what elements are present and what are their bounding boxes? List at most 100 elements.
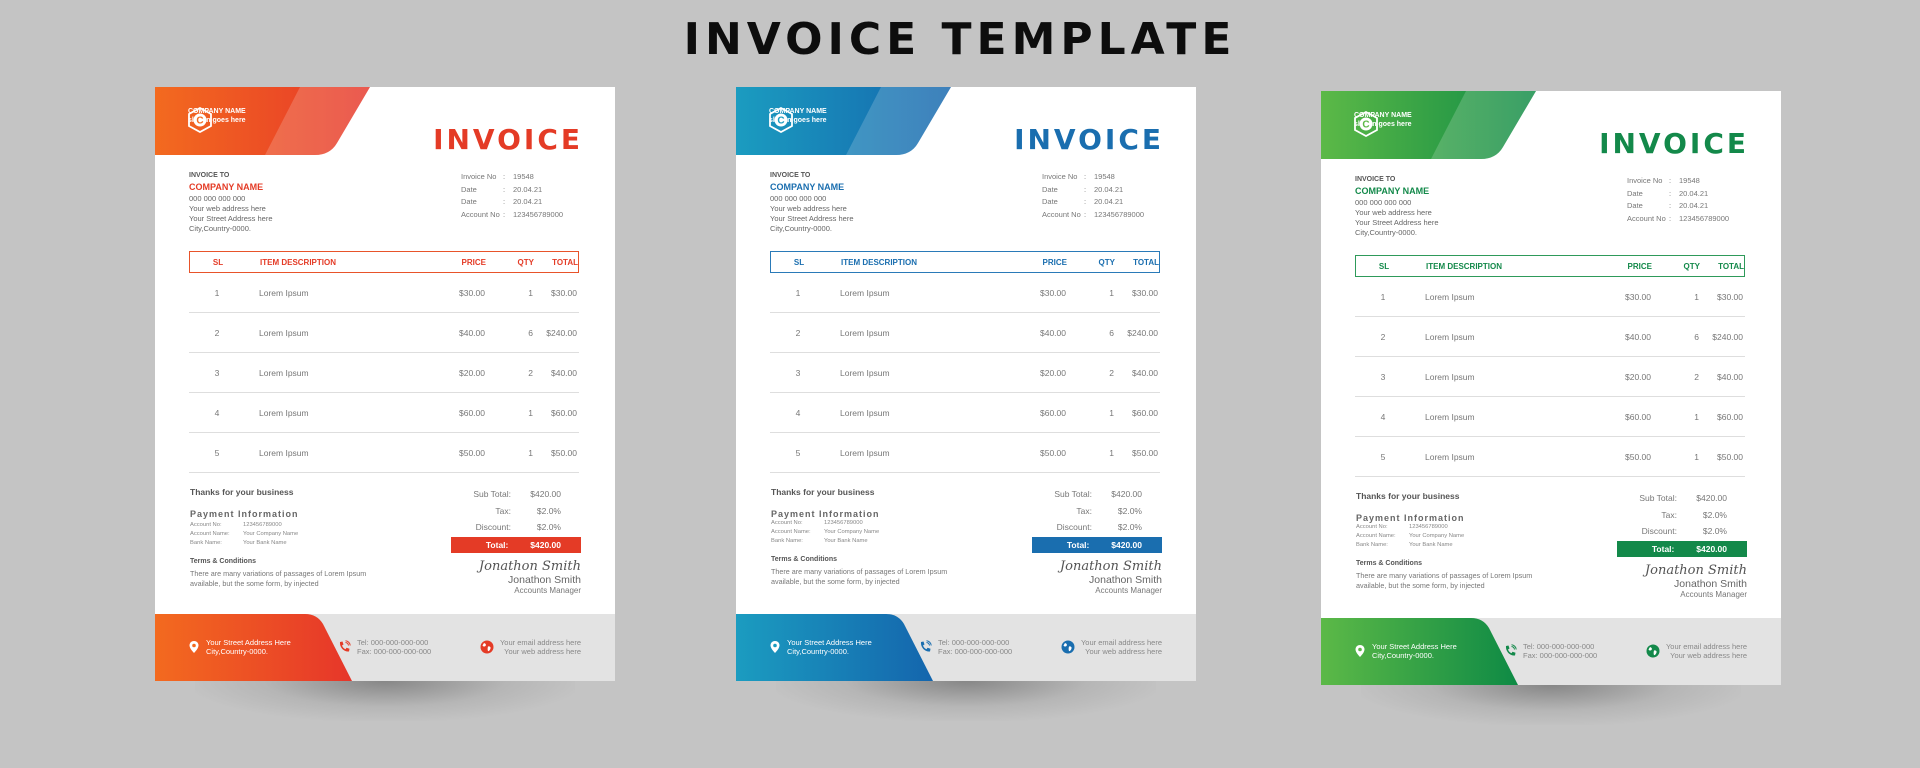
footer-tel: Tel: 000-000-000-000 (357, 638, 429, 647)
footer-web: Your email address here Your web address… (480, 638, 581, 656)
cell-description: Lorem Ipsum (840, 407, 890, 418)
meta-row: Account No:123456789000 (461, 209, 563, 222)
meta-key: Invoice No (461, 172, 497, 181)
cell-qty: 2 (528, 367, 533, 378)
signature: Jonathon Smith (1059, 558, 1162, 574)
meta-row: Date:20.04.21 (1042, 196, 1144, 209)
payment-value: 123456789000 (1409, 524, 1448, 530)
total-key: Tax: (495, 505, 511, 516)
payment-value: Your Bank Name (243, 540, 287, 546)
total-key: Discount: (1641, 526, 1677, 537)
payment-key: Account No: (190, 522, 222, 528)
terms-title: Terms & Conditions (771, 556, 837, 563)
total-value: $2.0% (536, 505, 561, 516)
cell-total: $50.00 (1132, 447, 1158, 458)
footer: Your Street Address Here City,Country-00… (736, 614, 1196, 681)
footer-web: Your email address here Your web address… (1646, 642, 1747, 660)
signature: Jonathon Smith (478, 558, 581, 574)
header-sl: SL (1378, 261, 1390, 271)
meta-value: 20.04.21 (1094, 197, 1124, 206)
footer-website: Your web address here (1670, 651, 1747, 660)
cell-price: $60.00 (459, 407, 485, 418)
card-shadow (776, 681, 1156, 721)
meta-key: Account No (1627, 213, 1666, 223)
hexagon-logo-icon: C (188, 107, 212, 133)
signatory-role: Accounts Manager (514, 585, 581, 595)
grand-total-label: Total: (485, 539, 509, 550)
meta-key: Date (1627, 188, 1643, 198)
bill-to: INVOICE TO COMPANY NAME 000 000 000 000 … (1355, 175, 1439, 238)
table-row: 1 Lorem Ipsum $30.00 1 $30.00 (1355, 277, 1745, 317)
phone-icon (920, 640, 932, 652)
payment-value: Your Company Name (824, 529, 880, 535)
cell-sl: 5 (795, 447, 801, 458)
cell-qty: 6 (528, 327, 533, 338)
cell-total: $240.00 (1127, 327, 1158, 338)
cell-description: Lorem Ipsum (840, 287, 890, 298)
cell-price: $20.00 (1040, 367, 1066, 378)
meta-value: 20.04.21 (1679, 201, 1709, 210)
payment-info-title: Payment Information (190, 509, 299, 519)
thanks-text: Thanks for your business (1356, 491, 1460, 501)
bill-to-street: Your Street Address here (1355, 218, 1439, 227)
meta-row: Invoice No:19548 (1627, 175, 1729, 188)
summary-left: Thanks for your business Payment Informa… (190, 487, 390, 589)
meta-value: 19548 (1679, 176, 1700, 185)
footer-phone: Tel: 000-000-000-000 Fax: 000-000-000-00… (918, 638, 1012, 656)
company-logo: C COMPANY NAME slogan goes here (1354, 111, 1412, 137)
payment-value: Your Bank Name (824, 538, 868, 544)
total-key: Sub Total: (1639, 493, 1677, 504)
card-shadow (195, 681, 575, 721)
cell-sl: 1 (795, 287, 801, 298)
total-row: Tax: $2.0% (451, 503, 581, 520)
cell-sl: 5 (1380, 451, 1386, 462)
cell-price: $30.00 (1625, 291, 1651, 302)
table-row: 3 Lorem Ipsum $20.00 2 $40.00 (189, 353, 579, 393)
cell-sl: 2 (795, 327, 801, 338)
signature: Jonathon Smith (1644, 562, 1747, 578)
meta-key: Date (1627, 201, 1643, 210)
items-table: SL ITEM DESCRIPTION PRICE QTY TOTAL 1 Lor… (1355, 255, 1745, 477)
cell-sl: 4 (795, 407, 801, 418)
bill-to-label: INVOICE TO (189, 172, 230, 179)
bill-to-label: INVOICE TO (1355, 176, 1396, 183)
payment-row: Account Name: Your Company Name (771, 528, 971, 537)
table-row: 5 Lorem Ipsum $50.00 1 $50.00 (189, 433, 579, 473)
meta-key: Account No (461, 209, 500, 219)
cell-qty: 1 (1694, 291, 1699, 302)
terms-text: There are many variations of passages of… (190, 569, 367, 588)
meta-value: 20.04.21 (513, 184, 543, 194)
header-sl: SL (793, 257, 805, 267)
signatory-name: Jonathon Smith (508, 573, 581, 586)
footer-fax: Fax: 000-000-000-000 (357, 647, 432, 656)
total-row: Sub Total: $420.00 (1032, 486, 1162, 503)
items-table: SL ITEM DESCRIPTION PRICE QTY TOTAL 1 Lor… (189, 251, 579, 473)
meta-row: Date:20.04.21 (461, 196, 563, 209)
table-row: 1 Lorem Ipsum $30.00 1 $30.00 (189, 273, 579, 313)
page-title: INVOICE TEMPLATE (683, 14, 1237, 65)
total-key: Discount: (1056, 522, 1092, 533)
hexagon-logo-icon: C (769, 107, 793, 133)
footer-fax: Fax: 000-000-000-000 (1523, 651, 1598, 660)
bill-to-phone: 000 000 000 000 (1355, 198, 1412, 207)
bill-to-web: Your web address here (189, 204, 266, 213)
cell-total: $30.00 (1132, 287, 1158, 298)
table-row: 3 Lorem Ipsum $20.00 2 $40.00 (770, 353, 1160, 393)
cell-total: $30.00 (551, 287, 577, 298)
cell-price: $50.00 (1040, 447, 1066, 458)
cell-description: Lorem Ipsum (1425, 331, 1475, 342)
footer-fax: Fax: 000-000-000-000 (938, 647, 1013, 656)
cell-description: Lorem Ipsum (1425, 411, 1475, 422)
summary-left: Thanks for your business Payment Informa… (771, 487, 971, 587)
cell-description: Lorem Ipsum (840, 447, 890, 458)
signatory-name: Jonathon Smith (1674, 577, 1747, 590)
meta-key: Date (1042, 197, 1058, 206)
meta-row: Invoice No:19548 (461, 171, 563, 184)
meta-sep: : (1084, 172, 1087, 181)
meta-sep: : (1084, 197, 1087, 206)
cell-price: $60.00 (1040, 407, 1066, 418)
total-row: Discount: $2.0% (1617, 523, 1747, 540)
cell-sl: 1 (1380, 291, 1386, 302)
cell-sl: 3 (214, 367, 220, 378)
phone-icon (1505, 644, 1517, 656)
